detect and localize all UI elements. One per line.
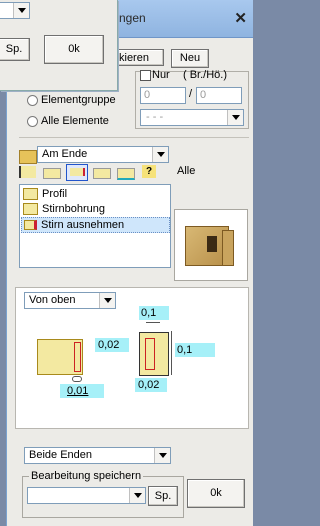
popup-window: Sp. 0k bbox=[0, 0, 118, 91]
list-item[interactable]: Profil bbox=[23, 187, 67, 201]
bore-icon bbox=[23, 203, 38, 215]
center-right-icon[interactable] bbox=[66, 164, 88, 181]
dim-right-line bbox=[171, 331, 172, 375]
radio-elementgruppe[interactable] bbox=[27, 95, 38, 106]
cut-outline-top bbox=[145, 338, 155, 370]
cut-icon bbox=[24, 220, 37, 230]
close-icon[interactable]: ✕ bbox=[234, 9, 247, 27]
profile-icon bbox=[23, 188, 38, 200]
dim-right[interactable]: 0,1 bbox=[175, 343, 215, 357]
width-input[interactable]: 0 bbox=[140, 87, 186, 104]
alle-label[interactable]: Alle bbox=[177, 165, 195, 177]
window-title: ngen bbox=[119, 11, 146, 25]
list-item[interactable]: Stirnbohrung bbox=[23, 202, 105, 216]
chevron-down-icon bbox=[99, 293, 115, 308]
popup-sp-button[interactable]: Sp. bbox=[0, 38, 30, 61]
align-right-icon[interactable] bbox=[93, 168, 111, 179]
direction-select[interactable]: Von oben bbox=[24, 292, 116, 309]
markieren-button[interactable]: kieren bbox=[114, 49, 164, 66]
bottom-edge-icon[interactable] bbox=[117, 168, 135, 180]
radio-alle-elemente[interactable] bbox=[27, 116, 38, 127]
chevron-down-icon bbox=[129, 488, 145, 503]
neu-button[interactable]: Neu bbox=[171, 49, 209, 68]
center-left-icon[interactable] bbox=[43, 168, 61, 179]
dim-top[interactable]: 0,1 bbox=[139, 306, 169, 320]
divider bbox=[19, 137, 249, 138]
dim-left-bottom[interactable]: 0,01 bbox=[60, 384, 104, 398]
list-item-selected[interactable]: Stirn ausnehmen bbox=[21, 217, 170, 233]
height-input[interactable]: 0 bbox=[196, 87, 242, 104]
radio-alle-elemente-label: Alle Elemente bbox=[41, 115, 109, 127]
nur-label: Nur bbox=[152, 69, 170, 81]
slash-label: / bbox=[189, 88, 193, 100]
align-left-icon[interactable] bbox=[19, 166, 36, 178]
help-icon[interactable]: ? bbox=[142, 165, 156, 178]
folder-icon bbox=[19, 150, 37, 164]
chevron-down-icon bbox=[152, 147, 168, 162]
preview-image bbox=[174, 209, 248, 281]
chevron-down-icon bbox=[154, 448, 170, 463]
br-ho-label: ( Br./Hö.) bbox=[183, 69, 228, 81]
dim-left-mid[interactable]: 0,02 bbox=[95, 338, 129, 352]
cut-outline bbox=[74, 342, 81, 372]
popup-select[interactable] bbox=[0, 2, 30, 19]
chevron-down-icon bbox=[227, 110, 243, 125]
dim-marker-icon bbox=[72, 376, 82, 382]
save-sp-button[interactable]: Sp. bbox=[148, 486, 178, 506]
popup-ok-button[interactable]: 0k bbox=[44, 35, 104, 64]
filter-select[interactable]: - - - bbox=[140, 109, 244, 126]
dim-bottom[interactable]: 0,02 bbox=[135, 378, 167, 392]
operations-list[interactable]: Profil Stirnbohrung Stirn ausnehmen bbox=[19, 184, 171, 268]
ends-select[interactable]: Beide Enden bbox=[24, 447, 171, 464]
save-group-label: Bearbeitung speichern bbox=[29, 470, 144, 482]
save-name-select[interactable] bbox=[27, 487, 146, 504]
radio-elementgruppe-label: Elementgruppe bbox=[41, 94, 116, 106]
dim-top-marker bbox=[146, 322, 160, 327]
chevron-down-icon bbox=[13, 3, 29, 18]
position-select[interactable]: Am Ende bbox=[37, 146, 169, 163]
nur-checkbox[interactable] bbox=[140, 70, 151, 81]
ok-button[interactable]: 0k bbox=[187, 479, 245, 508]
